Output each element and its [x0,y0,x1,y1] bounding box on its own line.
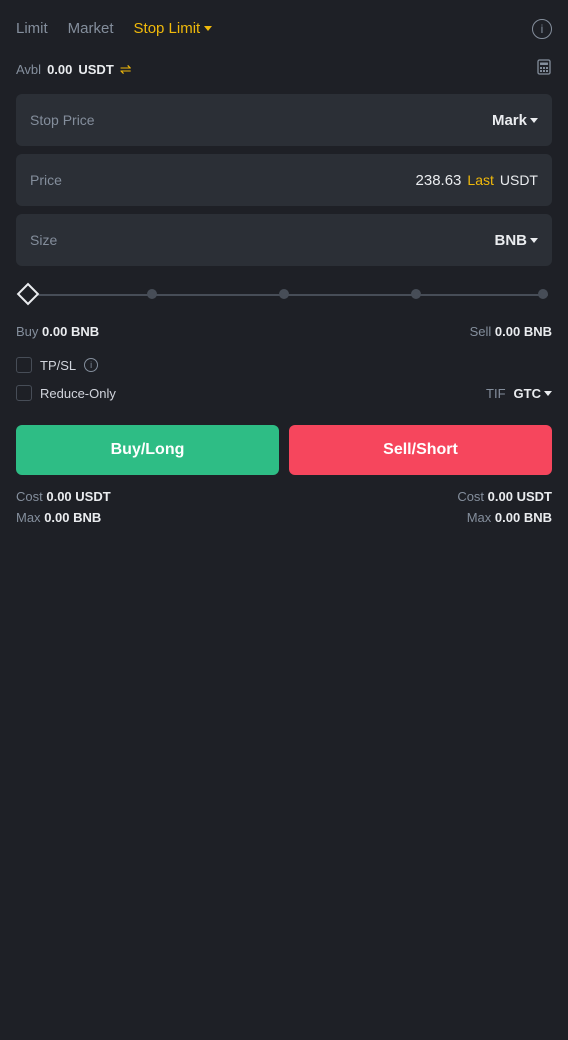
slider-dot-100[interactable] [538,289,548,299]
slider-dot-50[interactable] [279,289,289,299]
buy-value-num: 0.00 [42,324,67,339]
sell-cost-max-col: Cost 0.00 USDT Max 0.00 BNB [457,489,552,531]
sell-cost-value: 0.00 USDT [488,489,552,504]
buy-long-button[interactable]: Buy/Long [16,425,279,475]
buy-cost-max-col: Cost 0.00 USDT Max 0.00 BNB [16,489,111,531]
buy-cost-value: 0.00 USDT [46,489,110,504]
tif-dropdown-arrow [544,391,552,396]
buy-max-value: 0.00 BNB [44,510,101,525]
slider-dot-75[interactable] [411,289,421,299]
buy-cost-label: Cost [16,489,43,504]
buy-info: Buy 0.00 BNB [16,324,99,339]
tpsl-info-icon[interactable]: i [84,358,98,372]
buy-cost-block: Cost 0.00 USDT [16,489,111,504]
slider-dot-25[interactable] [147,289,157,299]
sell-max-block: Max 0.00 BNB [457,510,552,525]
position-slider[interactable] [16,284,552,308]
price-label: Price [30,172,62,188]
slider-handle[interactable] [17,283,40,306]
sell-info: Sell 0.00 BNB [470,324,552,339]
tab-bar: Limit Market Stop Limit i [16,16,552,41]
sell-short-button[interactable]: Sell/Short [289,425,552,475]
tif-dropdown-button[interactable]: GTC [514,386,552,401]
tab-stop-limit-label: Stop Limit [134,20,201,37]
tif-label: TIF [486,386,506,401]
tpsl-checkbox[interactable] [16,357,32,373]
reduce-tif-row: Reduce-Only TIF GTC [16,385,552,401]
bnb-dropdown-arrow [530,238,538,243]
price-value: 238.63 [416,172,462,189]
tab-market[interactable]: Market [68,16,114,41]
sell-max-label: Max [467,510,492,525]
mark-dropdown-button[interactable]: Mark [492,112,538,129]
action-buttons-row: Buy/Long Sell/Short [16,425,552,475]
tpsl-label: TP/SL [40,358,76,373]
stop-price-label: Stop Price [30,112,95,128]
size-label: Size [30,232,57,248]
reduce-only-checkbox[interactable] [16,385,32,401]
tpsl-row: TP/SL i [16,357,552,373]
sell-label: Sell [470,324,492,339]
sell-cost-block: Cost 0.00 USDT [457,489,552,504]
slider-track-dots [20,284,548,286]
bnb-dropdown-button[interactable]: BNB [495,232,539,249]
calculator-icon[interactable] [536,59,552,80]
sell-currency: BNB [524,324,552,339]
tab-limit[interactable]: Limit [16,16,48,41]
info-icon[interactable]: i [532,19,552,39]
size-input[interactable]: Size BNB [16,214,552,266]
price-right: 238.63 Last USDT [416,172,538,189]
buy-max-block: Max 0.00 BNB [16,510,111,525]
tab-stop-limit[interactable]: Stop Limit [134,16,213,41]
cost-max-row: Cost 0.00 USDT Max 0.00 BNB Cost 0.00 US… [16,489,552,531]
buy-sell-info-row: Buy 0.00 BNB Sell 0.00 BNB [16,324,552,339]
stop-price-right: Mark [492,112,538,129]
stop-price-input[interactable]: Stop Price Mark [16,94,552,146]
size-right: BNB [495,232,539,249]
mark-dropdown-arrow [530,118,538,123]
price-input[interactable]: Price 238.63 Last USDT [16,154,552,206]
buy-label: Buy [16,324,38,339]
avbl-label: Avbl [16,62,41,77]
available-balance-row: Avbl 0.00 USDT ⇌ [16,59,552,80]
sell-max-value: 0.00 BNB [495,510,552,525]
buy-max-label: Max [16,510,41,525]
sell-value-num: 0.00 [495,324,520,339]
sell-cost-label: Cost [457,489,484,504]
last-badge: Last [467,172,493,188]
transfer-icon[interactable]: ⇌ [120,61,132,78]
avbl-value: 0.00 [47,62,72,77]
avbl-currency: USDT [78,62,113,77]
tif-container: TIF GTC [486,386,552,401]
stop-limit-dropdown-arrow [204,26,212,31]
buy-currency: BNB [71,324,99,339]
reduce-only-label: Reduce-Only [40,386,116,401]
price-currency: USDT [500,172,538,188]
